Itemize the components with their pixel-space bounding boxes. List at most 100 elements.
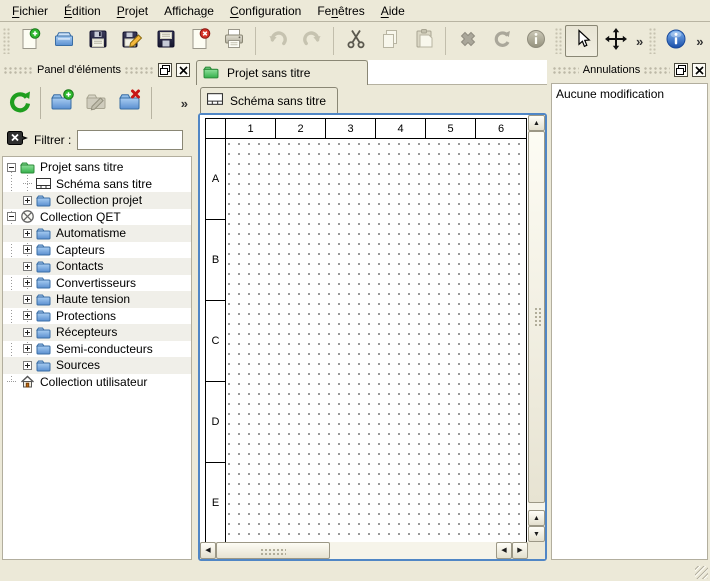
reload-collections-button[interactable] — [3, 85, 35, 121]
qet-logo-icon — [20, 209, 35, 224]
tree-expander[interactable] — [23, 361, 32, 370]
menu-item[interactable]: Fichier — [4, 1, 56, 21]
tree-item[interactable]: Capteurs — [3, 242, 191, 259]
tree-item-label: Sources — [56, 358, 100, 372]
tree-item[interactable]: Projet sans titre — [3, 159, 191, 176]
cut-button[interactable] — [339, 25, 372, 57]
tree-expander[interactable] — [23, 344, 32, 353]
float-panel-button[interactable] — [674, 63, 688, 77]
tree-expander[interactable] — [7, 212, 16, 221]
delete-button[interactable] — [451, 25, 484, 57]
save-all-button[interactable] — [149, 25, 182, 57]
menu-item[interactable]: Affichage — [156, 1, 222, 21]
tree-expander[interactable] — [7, 163, 16, 172]
dock-splitter[interactable] — [193, 60, 197, 561]
tree-expander[interactable] — [23, 245, 32, 254]
menu-item[interactable]: Édition — [56, 1, 109, 21]
tree-expander[interactable] — [23, 295, 32, 304]
resize-grip[interactable] — [695, 566, 708, 579]
tree-item[interactable]: Convertisseurs — [3, 275, 191, 292]
paste-button[interactable] — [407, 25, 440, 57]
dock-grip-texture[interactable] — [644, 67, 670, 74]
tree-item-label: Protections — [56, 309, 116, 323]
new-project-button[interactable] — [13, 25, 46, 57]
info-gray-icon — [524, 27, 548, 56]
save-button[interactable] — [81, 25, 114, 57]
rotate-button[interactable] — [485, 25, 518, 57]
elements-tree: Projet sans titreSchéma sans titreCollec… — [2, 156, 192, 560]
delete-category-button[interactable] — [114, 85, 146, 121]
diagram-canvas[interactable]: 123456 ABCDE — [200, 115, 528, 542]
tree-expander[interactable] — [23, 262, 32, 271]
undo-list-item[interactable]: Aucune modification — [555, 86, 704, 102]
toolbar-drag-handle[interactable] — [649, 28, 656, 54]
tree-item[interactable]: Protections — [3, 308, 191, 325]
scroll-down-button[interactable]: ▼ — [528, 526, 545, 542]
tree-item[interactable]: Semi-conducteurs — [3, 341, 191, 358]
close-panel-button[interactable] — [692, 63, 706, 77]
panel-toolbar-overflow-button[interactable]: » — [178, 96, 191, 111]
menu-item[interactable]: Projet — [109, 1, 156, 21]
project-tab-label: Projet sans titre — [227, 66, 310, 80]
menu-item[interactable]: Configuration — [222, 1, 309, 21]
refresh-icon — [6, 88, 32, 119]
tree-expander[interactable] — [23, 278, 32, 287]
copy-button[interactable] — [373, 25, 406, 57]
tree-item[interactable]: Haute tension — [3, 291, 191, 308]
diagram-tab[interactable]: Schéma sans titre — [200, 87, 338, 113]
diagram-info-button[interactable] — [519, 25, 552, 57]
about-button[interactable] — [659, 25, 692, 57]
tree-item[interactable]: Contacts — [3, 258, 191, 275]
tree-item[interactable]: Automatisme — [3, 225, 191, 242]
save-as-button[interactable] — [115, 25, 148, 57]
cursor-arrow-icon — [570, 27, 594, 56]
clear-filter-button[interactable] — [7, 130, 28, 151]
move-mode-button[interactable] — [599, 25, 632, 57]
undo-history-list[interactable]: Aucune modification — [551, 83, 708, 560]
scroll-right-button[interactable]: ▶ — [512, 542, 528, 559]
dock-grip-texture[interactable] — [4, 67, 33, 74]
close-file-button[interactable] — [183, 25, 216, 57]
tree-expander[interactable] — [23, 196, 32, 205]
dock-grip-texture[interactable] — [553, 67, 579, 74]
toolbar-drag-handle[interactable] — [555, 28, 562, 54]
select-mode-button[interactable] — [565, 25, 598, 57]
menu-item[interactable]: Fenêtres — [309, 1, 372, 21]
redo-button[interactable] — [295, 25, 328, 57]
horizontal-scrollbar[interactable]: ◀ ◀ ▶ — [200, 542, 528, 559]
open-folder-icon — [52, 27, 76, 56]
tree-expander[interactable] — [23, 328, 32, 337]
tree-expander[interactable] — [23, 229, 32, 238]
frame-corner-cell — [206, 119, 226, 139]
close-panel-button[interactable] — [176, 63, 190, 77]
scroll-left-button[interactable]: ◀ — [200, 542, 216, 559]
toolbar-drag-handle[interactable] — [3, 28, 10, 54]
new-category-button[interactable] — [46, 85, 78, 121]
undo-button[interactable] — [261, 25, 294, 57]
float-panel-button[interactable] — [158, 63, 172, 77]
toolbar-overflow-button[interactable]: » — [693, 34, 706, 49]
toolbar-overflow-button[interactable]: » — [633, 34, 646, 49]
tree-item[interactable]: Collection QET — [3, 209, 191, 226]
tree-item[interactable]: Schéma sans titre — [3, 176, 191, 193]
print-button[interactable] — [217, 25, 250, 57]
vertical-scrollbar[interactable]: ▲ ▲ ▼ — [528, 115, 545, 542]
tree-item[interactable]: Sources — [3, 357, 191, 374]
tree-item[interactable]: Récepteurs — [3, 324, 191, 341]
scroll-up-button[interactable]: ▲ — [528, 510, 545, 526]
scroll-left-button[interactable]: ◀ — [496, 542, 512, 559]
menu-item[interactable]: Aide — [373, 1, 413, 21]
filter-input[interactable] — [77, 130, 183, 150]
edit-category-button[interactable] — [80, 85, 112, 121]
vertical-scroll-thumb[interactable] — [528, 131, 545, 503]
tree-expander[interactable] — [23, 311, 32, 320]
blue-folder-icon — [36, 226, 51, 241]
horizontal-scroll-thumb[interactable] — [216, 542, 330, 559]
tree-item[interactable]: Collection projet — [3, 192, 191, 209]
undo-icon — [266, 27, 290, 56]
dock-grip-texture[interactable] — [125, 67, 154, 74]
scroll-up-button[interactable]: ▲ — [528, 115, 545, 131]
tree-item[interactable]: Collection utilisateur — [3, 374, 191, 391]
project-tab[interactable]: Projet sans titre — [196, 60, 368, 85]
open-button[interactable] — [47, 25, 80, 57]
